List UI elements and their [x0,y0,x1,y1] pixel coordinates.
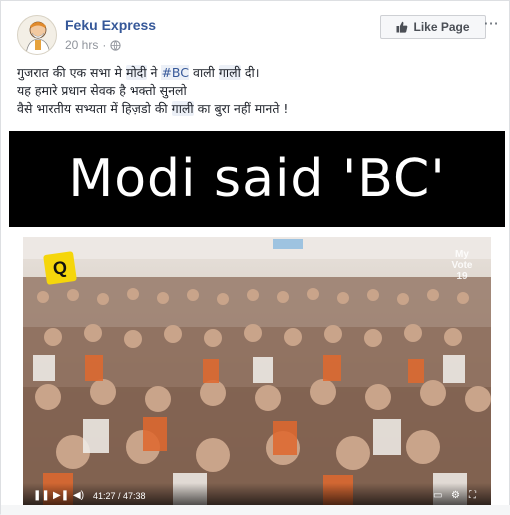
post-meta: 20 hrs · [65,38,121,52]
play-pause-icon[interactable]: ❚❚ [33,490,50,501]
text-segment: ने [146,65,162,80]
post-timestamp[interactable]: 20 hrs [65,38,98,52]
captions-icon[interactable]: ▭ [433,490,442,501]
like-page-button[interactable]: Like Page [380,15,486,39]
like-page-label: Like Page [413,20,470,34]
text-segment: का बुरा नहीं मानते ! [193,101,289,116]
more-options-icon[interactable]: ··· [480,13,502,37]
settings-icon[interactable]: ⚙ [451,490,460,501]
text-segment: गुजरात की एक सभा मे [17,65,126,80]
post-body: गुजरात की एक सभा मे मोदी ने #BC वाली गाल… [17,64,497,118]
hashtag-bc[interactable]: #BC [161,65,190,80]
avatar[interactable] [17,15,57,55]
video-title-band: Modi said 'BC' [9,131,505,227]
thumbs-up-icon [396,21,408,33]
video-controls: ❚❚ ▶❚ ◀) 41:27 / 47:38 ▭ ⚙ ⛶ [23,483,491,505]
page-name-link[interactable]: Feku Express [65,17,156,33]
video-player[interactable]: Q My Vote 19 ❚❚ ▶❚ ◀) 41:27 / 47:38 ▭ ⚙ … [23,237,491,505]
skip-next-icon[interactable]: ▶❚ [53,490,69,501]
tag-gaali[interactable]: गाली [218,65,241,80]
post-media[interactable]: Modi said 'BC' Q My Vote 19 ❚❚ ▶❚ ◀) 41:… [9,131,505,509]
text-segment: वाली [189,65,219,80]
post-card: Feku Express 20 hrs · Like Page ··· गुजर… [0,0,510,515]
volume-icon[interactable]: ◀) [73,490,84,501]
post-line-3: वैसे भारतीय सभ्यता में हिज़डो की गाली का… [17,100,497,118]
my-vote-logo: My Vote 19 [451,249,473,282]
text-segment: दी। [240,65,260,80]
globe-icon [110,39,121,51]
tag-modi[interactable]: मोदी [125,65,147,80]
post-line-1: गुजरात की एक सभा मे मोदी ने #BC वाली गाल… [17,64,497,82]
text-segment: वैसे भारतीय सभ्यता में हिज़डो की [17,101,172,116]
post-header: Feku Express 20 hrs · Like Page ··· [13,11,501,59]
time-readout: 41:27 / 47:38 [93,491,146,501]
video-title: Modi said 'BC' [68,149,446,209]
crowd-image [23,237,491,505]
quint-logo: Q [43,251,77,285]
post-line-2: यह हमारे प्रधान सेवक है भक्तो सुनलो [17,83,187,98]
fullscreen-icon[interactable]: ⛶ [469,490,476,501]
tag-gaali[interactable]: गाली [171,101,194,116]
meta-separator: · [102,38,107,52]
cartoon-avatar-icon [25,21,51,54]
